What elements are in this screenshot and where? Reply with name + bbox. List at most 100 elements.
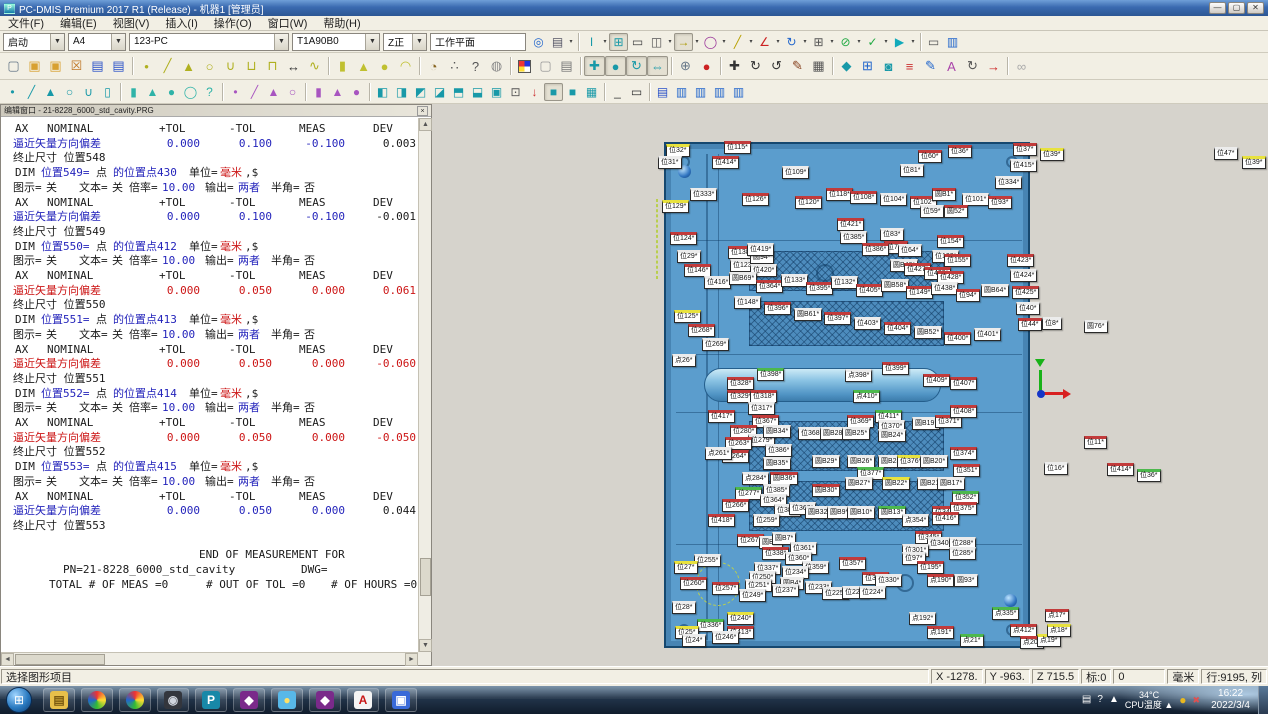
ibeam-icon[interactable]: I [582,33,601,51]
feature-tree-icon[interactable]: ⊞ [857,56,878,76]
cad-feature-label[interactable]: 位125* [674,310,701,323]
scale-view-icon[interactable]: ⇔ [647,56,668,76]
edit-vertical-scrollbar[interactable]: ▲ ▼ [418,118,431,652]
cad-feature-label[interactable]: 位154* [937,235,964,248]
probe-drop-icon[interactable]: ↓ [525,83,544,101]
cad-feature-label[interactable]: 圆B52* [914,326,942,339]
report-view-2-icon[interactable]: ▥ [691,83,710,101]
cad-feature-label[interactable]: 点192* [909,612,936,625]
taskbar-explorer-icon[interactable]: ▤ [43,688,75,712]
cad-feature-label[interactable]: 位404* [884,322,911,335]
cad-feature-label[interactable]: 圆B10* [847,506,875,519]
scroll-right-icon[interactable]: ► [405,653,418,666]
cad-feature-label[interactable]: 点21* [960,634,984,647]
cad-feature-label[interactable]: 点17* [1045,609,1069,622]
meas-circle-icon[interactable]: ○ [283,83,302,101]
dropdown-caret-icon[interactable]: ▾ [666,38,674,45]
ruler-table-icon[interactable]: ▦ [808,56,829,76]
square-slot-icon[interactable]: ⊔ [241,56,262,76]
dropdown-caret-icon[interactable]: ▾ [909,38,917,45]
taskbar-media-icon[interactable] [81,688,113,712]
cad-feature-label[interactable]: 位31* [658,156,682,169]
cad-feature-label[interactable]: 位124* [670,232,697,245]
cad-feature-label[interactable]: 位108* [850,191,877,204]
rotate-view-icon[interactable]: ↻ [782,33,801,51]
auto-cylinder-icon[interactable]: ▮ [124,83,143,101]
solid-view-icon[interactable]: ◆ [836,56,857,76]
dropdown-caret-icon[interactable]: ▾ [855,38,863,45]
import-file-icon[interactable]: ▣ [45,56,66,76]
cad-feature-label[interactable]: 位29* [677,250,701,263]
sphere-view-icon[interactable]: ● [605,56,626,76]
report-window-icon[interactable]: ▤ [556,56,577,76]
meas-cone-icon[interactable]: ▲ [328,83,347,101]
auto-round-slot-icon[interactable]: ∪ [79,83,98,101]
scroll-down-icon[interactable]: ▼ [419,639,432,652]
cylinder-icon[interactable]: ▮ [332,56,353,76]
cad-feature-label[interactable]: 位37* [1013,143,1037,156]
meas-line-icon[interactable]: ╱ [245,83,264,101]
cad-feature-label[interactable]: 位364* [756,280,783,293]
taskbar-chrome-icon[interactable] [119,688,151,712]
meas-cylinder-icon[interactable]: ▮ [309,83,328,101]
cad-feature-label[interactable]: 位249* [739,589,766,602]
curve-icon[interactable]: ∿ [304,56,325,76]
confirm-check-icon[interactable]: ✓ [863,33,882,51]
taskbar-bluewin-icon[interactable]: ▣ [385,688,417,712]
copy-pages-icon[interactable]: ⊞ [809,33,828,51]
alignment-combo[interactable]: 123-PC▼ [129,33,289,51]
cad-feature-label[interactable]: 位93* [988,196,1012,209]
edit-horizontal-scrollbar[interactable]: ◄ ► [1,652,418,665]
cad-feature-label[interactable]: 圆B30* [812,484,840,497]
cad-feature-label[interactable]: 位333* [690,188,717,201]
sphere-box-icon[interactable]: ⊡ [506,83,525,101]
save-layout-icon[interactable]: ▤ [653,83,672,101]
cad-feature-label[interactable]: 位374* [950,447,977,460]
auto-circle-icon[interactable]: ○ [60,83,79,101]
combo-arrow-icon[interactable]: ▼ [365,34,379,50]
taskbar-clock[interactable]: 16:22 2022/3/4 [1211,688,1250,712]
cad-feature-label[interactable]: 位403* [854,317,881,330]
save-as-icon[interactable]: ▤ [108,56,129,76]
cad-feature-label[interactable]: 位155* [944,254,971,267]
cad-feature-label[interactable]: 圆B64* [981,284,1009,297]
taskbar-coreldraw-2-icon[interactable]: ◆ [309,688,341,712]
cad-feature-label[interactable]: 圆B69* [729,272,757,285]
combo-arrow-icon[interactable]: ▼ [412,34,426,50]
edit-window-close-icon[interactable]: × [417,106,428,116]
cad-feature-label[interactable]: 点398* [845,369,872,382]
probe-pen-icon[interactable]: ✎ [787,56,808,76]
sphere-icon[interactable]: ● [374,56,395,76]
cad-feature-label[interactable]: 位398* [757,368,784,381]
cad-feature-label[interactable]: 位424* [1010,269,1037,282]
probe-ring-icon[interactable]: ◯ [701,33,720,51]
horizontal-scroll-thumb[interactable] [15,654,105,665]
cad-feature-label[interactable]: 位415* [1010,159,1037,172]
probe-combo[interactable]: A4▼ [68,33,126,51]
scroll-left-icon[interactable]: ◄ [1,653,14,666]
weather-icon[interactable]: ● [1179,695,1186,705]
muted-speaker-icon[interactable]: ✖ [1193,695,1201,705]
cad-feature-label[interactable]: 圆B22* [882,477,910,490]
cad-feature-label[interactable]: 圆B34* [763,425,791,438]
cad-feature-label[interactable]: 点410* [853,390,880,403]
view-cube-right-icon[interactable]: ◨ [392,83,411,101]
cad-feature-label[interactable]: 位396* [764,302,791,315]
taskbar-messenger-icon[interactable]: ● [271,688,303,712]
cad-feature-label[interactable]: 点335* [992,607,1019,620]
cad-feature-label[interactable]: 圆B17* [937,477,965,490]
new-file-icon[interactable]: ▢ [3,56,24,76]
cad-feature-label[interactable]: 位115* [724,141,751,154]
edit-window-titlebar[interactable]: 编辑窗口 - 21-8228_6000_std_cavity.PRG × [1,105,431,117]
dropdown-caret-icon[interactable]: ▾ [567,38,575,45]
auto-torus-icon[interactable]: ◯ [181,83,200,101]
start-button[interactable]: ⊞ [6,687,32,713]
scan-path-icon[interactable]: ∴ [444,56,465,76]
cad-feature-label[interactable]: 位237* [772,584,799,597]
globe-icon[interactable]: ◍ [486,56,507,76]
help-icon[interactable]: ? [465,56,486,76]
cad-feature-label[interactable]: 位36* [1137,469,1161,482]
dropdown-caret-icon[interactable]: ▾ [601,38,609,45]
cad-feature-label[interactable]: 位120* [795,196,822,209]
translate-icon[interactable]: ✚ [724,56,745,76]
